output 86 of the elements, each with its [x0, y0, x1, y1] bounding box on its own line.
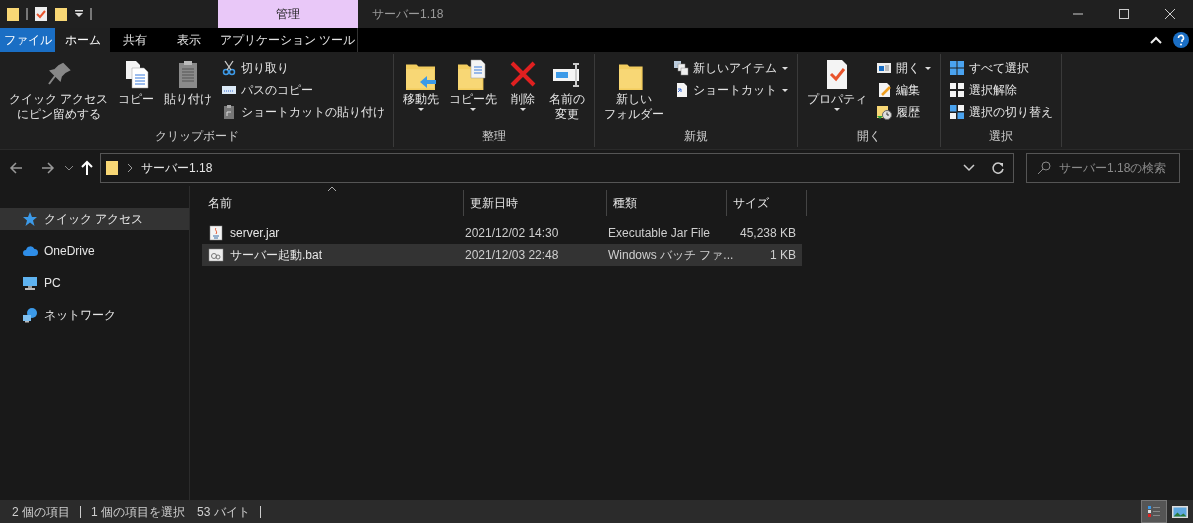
ribbon-button[interactable]: 新しいアイテム	[671, 58, 792, 78]
select-none-icon	[949, 82, 966, 98]
context-tab-header: 管理	[218, 0, 358, 28]
java-file-icon	[208, 225, 224, 241]
file-row[interactable]: server.jar 2021/12/02 14:30 Executable Jar File 45,238 KB	[202, 222, 802, 244]
modified-date: 2021/12/02 14:30	[465, 226, 559, 240]
group-label: 選択	[988, 128, 1015, 145]
status-text: 2 個の項目	[12, 503, 70, 521]
ribbon-button[interactable]: ショートカット	[671, 80, 792, 100]
ribbon-button[interactable]: プロパティ	[804, 58, 871, 112]
ribbon-button[interactable]: パスのコピー	[219, 80, 388, 100]
invert-selection-icon	[949, 104, 966, 120]
ribbon-button[interactable]: ショートカットの貼り付け	[219, 102, 388, 122]
ribbon-button[interactable]: 移動先	[400, 58, 443, 112]
nav-item[interactable]: OneDrive	[0, 240, 189, 262]
close-icon	[1163, 8, 1177, 20]
ribbon-tab[interactable]: 表示	[160, 28, 218, 52]
file-row[interactable]: サーバー起動.bat 2021/12/03 22:48 Windows バッチ ファ... 1 KB	[202, 244, 802, 266]
ribbon-button[interactable]: 履歴	[874, 102, 935, 122]
file-size: 1 KB	[770, 248, 796, 262]
ribbon-button[interactable]: 編集	[874, 80, 935, 100]
file-name: サーバー起動.bat	[230, 247, 322, 264]
nav-item[interactable]: PC	[0, 272, 189, 294]
status-text: 53 バイト	[197, 503, 250, 521]
group-label: 整理	[481, 128, 508, 145]
column-header[interactable]: 更新日時	[464, 190, 607, 216]
chevron-right-icon	[127, 163, 133, 173]
window-title: サーバー1.18	[372, 6, 445, 23]
group-label: 開く	[856, 128, 883, 145]
folder-icon	[54, 6, 68, 22]
ribbon-button[interactable]: 開く	[874, 58, 935, 78]
nav-item[interactable]: クイック アクセス	[0, 208, 189, 230]
new-item-icon	[673, 60, 690, 76]
ribbon-button[interactable]: すべて選択	[947, 58, 1056, 78]
search-icon	[1037, 161, 1051, 175]
ribbon-button[interactable]: 削除	[504, 58, 543, 112]
file-name: server.jar	[230, 225, 280, 242]
scissors-icon	[221, 60, 238, 76]
address-bar[interactable]: サーバー1.18	[100, 153, 1014, 183]
refresh-icon	[991, 161, 1005, 175]
folder-icon	[6, 6, 20, 22]
ribbon-tab[interactable]: ファイル	[0, 28, 55, 52]
group-label: 新規	[683, 128, 710, 145]
edit-icon	[876, 82, 893, 98]
modified-date: 2021/12/03 22:48	[465, 248, 559, 262]
up-icon	[80, 160, 94, 176]
ribbon-button[interactable]: 貼り付け	[161, 58, 216, 107]
forward-icon	[40, 160, 56, 176]
maximize-icon	[1117, 8, 1131, 20]
history-icon	[876, 104, 893, 120]
ribbon-button[interactable]: 名前の変更	[546, 58, 589, 122]
file-type: Windows バッチ ファ...	[608, 248, 734, 262]
back-icon	[8, 160, 24, 176]
checklist-icon	[34, 6, 48, 22]
column-header[interactable]: サイズ	[727, 190, 807, 216]
collapse-ribbon-icon	[1149, 35, 1163, 45]
dropdown-icon	[74, 8, 84, 20]
ribbon-button[interactable]: 切り取り	[219, 58, 388, 78]
status-text: 1 個の項目を選択	[91, 503, 186, 521]
star-icon	[22, 211, 38, 227]
recent-locations-icon	[64, 164, 74, 172]
ribbon-button[interactable]: 選択の切り替え	[947, 102, 1056, 122]
column-header[interactable]: 種類	[607, 190, 727, 216]
network-icon	[22, 307, 38, 323]
ribbon-button[interactable]: コピー先	[446, 58, 501, 112]
open-window-icon	[876, 60, 893, 76]
search-field[interactable]: サーバー1.18の検索	[1026, 153, 1180, 183]
ribbon-button[interactable]: クイック アクセスにピン留めする	[6, 58, 112, 122]
ribbon-tab[interactable]: ホーム	[55, 28, 110, 52]
help-icon	[1173, 32, 1189, 48]
cloud-icon	[22, 243, 38, 259]
file-type: Executable Jar File	[608, 226, 711, 240]
breadcrumb[interactable]: サーバー1.18	[141, 159, 213, 177]
file-size: 45,238 KB	[739, 226, 796, 240]
ribbon-button[interactable]: 選択解除	[947, 80, 1056, 100]
group-label: クリップボード	[153, 128, 240, 145]
column-header[interactable]: 名前	[202, 190, 464, 216]
chevron-down-icon	[963, 164, 975, 172]
folder-icon	[105, 160, 119, 176]
monitor-icon	[22, 275, 38, 291]
ribbon-button[interactable]: コピー	[115, 58, 158, 107]
batch-file-icon	[208, 247, 224, 263]
nav-item[interactable]: ネットワーク	[0, 304, 189, 326]
select-all-icon	[949, 60, 966, 76]
ribbon-button[interactable]: 新しいフォルダー	[601, 58, 668, 122]
ribbon-tab[interactable]: 共有	[110, 28, 160, 52]
